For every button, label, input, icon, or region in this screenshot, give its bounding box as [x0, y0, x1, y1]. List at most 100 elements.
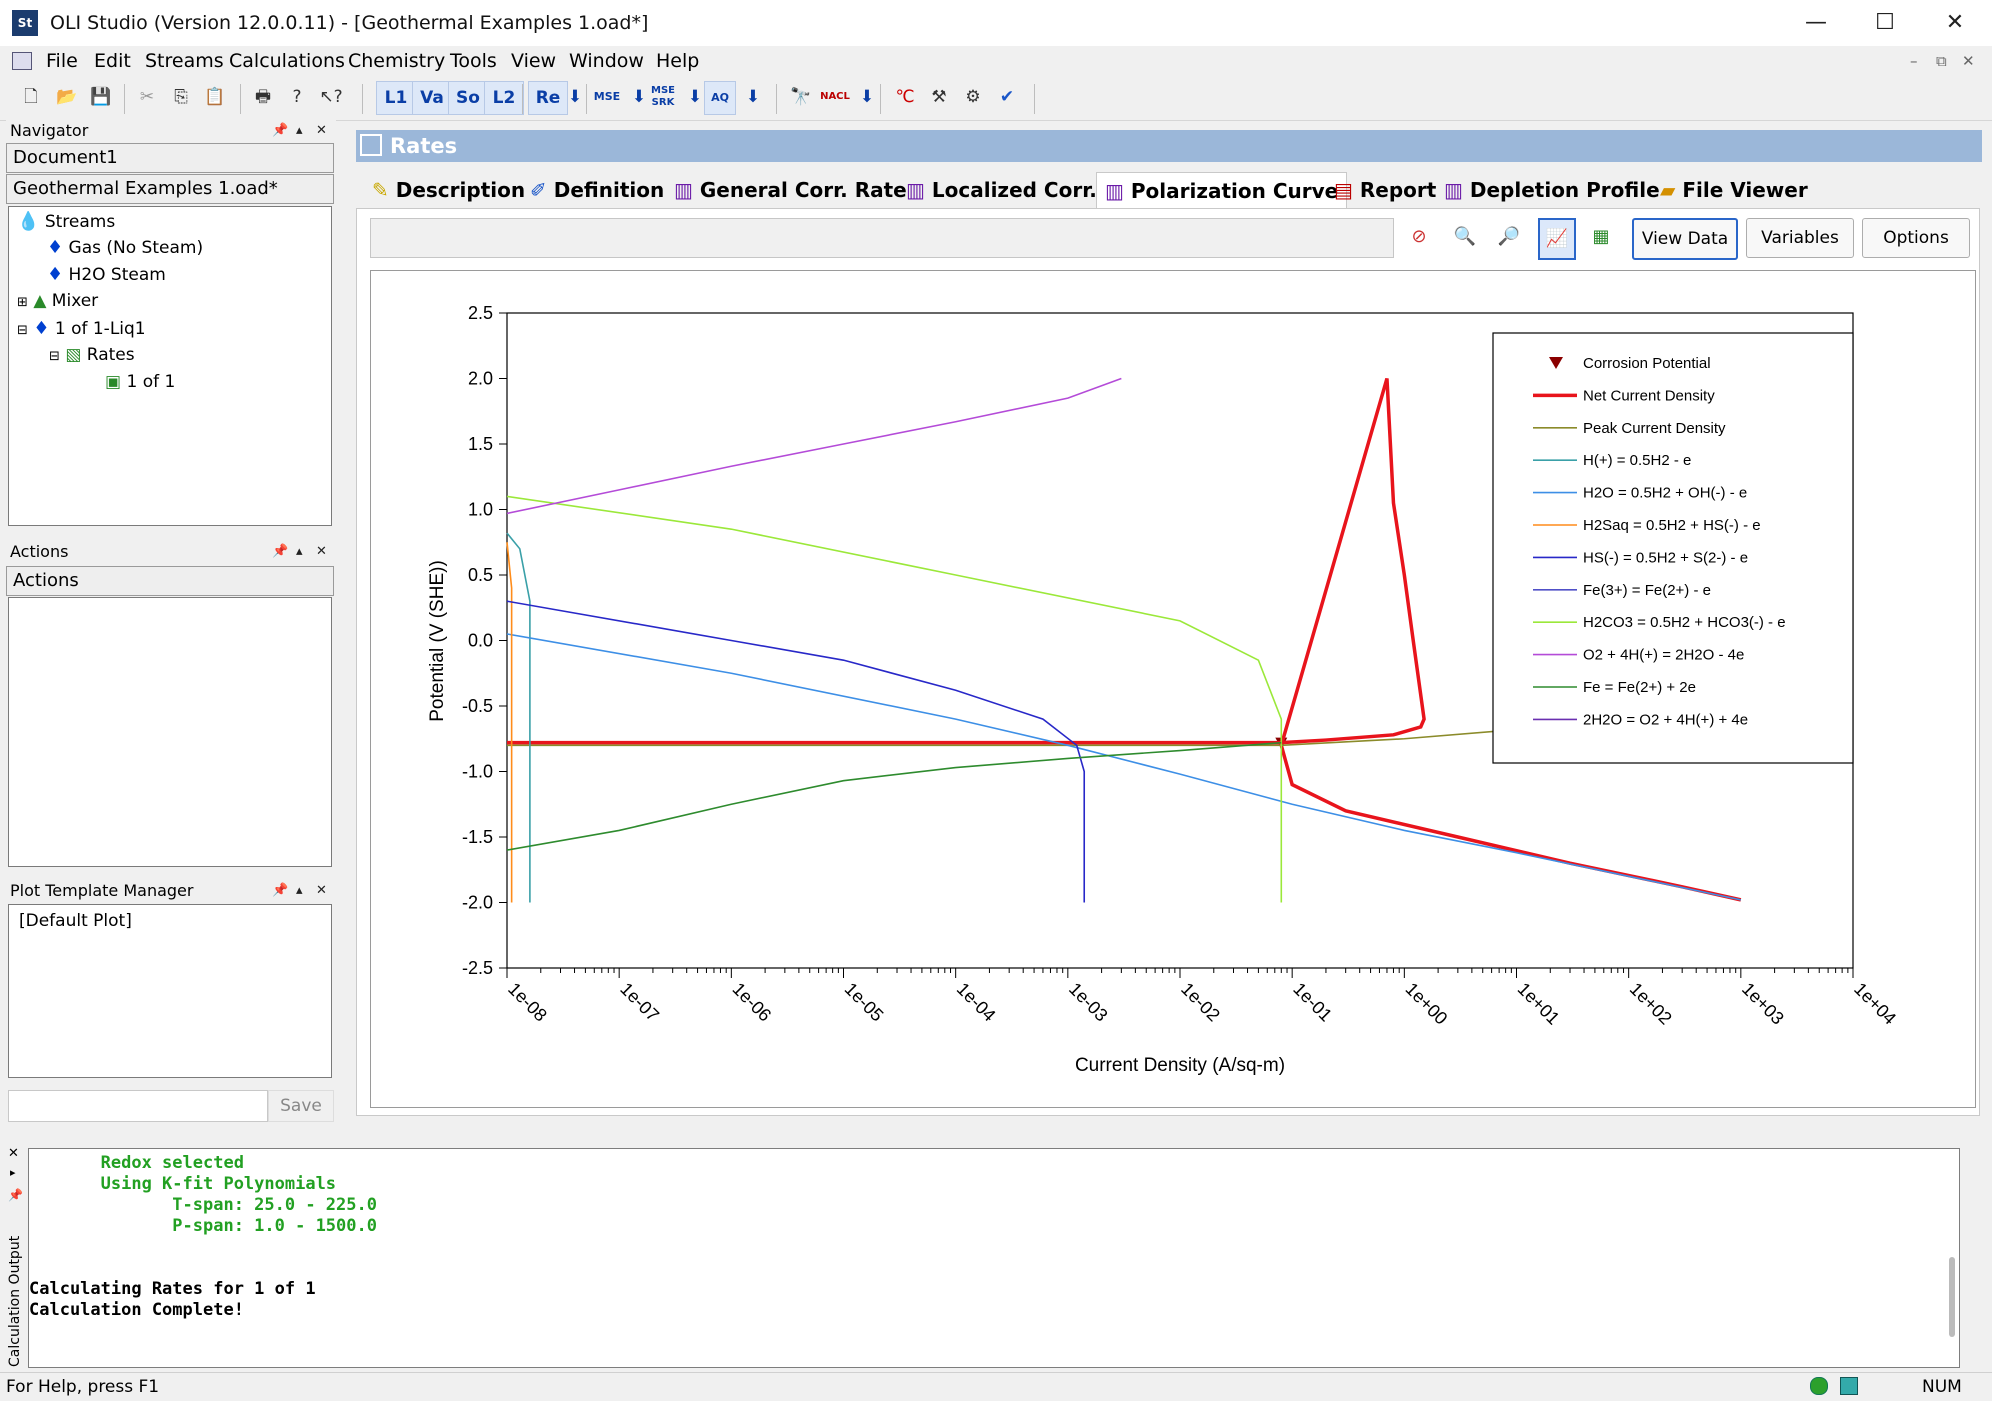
so-button[interactable]: So	[448, 81, 488, 115]
menu-chemistry[interactable]: Chemistry	[348, 50, 445, 72]
menu-view[interactable]: View	[511, 50, 556, 72]
color-map-icon[interactable]: ▦	[1584, 218, 1618, 256]
menu-file[interactable]: File	[46, 50, 78, 72]
close-icon[interactable]: ✕	[316, 880, 327, 902]
mse-srk-button[interactable]: MSE SRK	[648, 81, 678, 117]
actions-header: Actions	[6, 566, 334, 596]
units-icon[interactable]: ℃	[890, 81, 920, 113]
copy-icon[interactable]: ⎘	[166, 81, 196, 113]
pin-icon[interactable]: 📌	[272, 541, 288, 563]
expand-icon[interactable]: ⊞	[17, 295, 28, 310]
tab-definition[interactable]: ✐ Definition	[522, 172, 672, 208]
output-line: Calculating Rates for 1 of 1	[29, 1279, 316, 1299]
context-help-icon[interactable]: ↖?	[316, 81, 346, 113]
result-icon: ▣	[105, 372, 122, 392]
arrow-icon[interactable]: ▸	[10, 1166, 16, 1179]
save-icon[interactable]: 💾	[86, 81, 116, 113]
nacl-button[interactable]: NACL	[820, 81, 850, 113]
collapse-tree-icon[interactable]: ⊟	[17, 323, 28, 338]
cut-icon[interactable]: ✂	[132, 81, 162, 113]
options-button[interactable]: Options	[1862, 218, 1970, 258]
binoculars-icon[interactable]: 🔭	[786, 81, 816, 113]
close-icon[interactable]: ✕	[316, 120, 327, 142]
document-menu-icon[interactable]	[12, 52, 32, 70]
menu-window[interactable]: Window	[569, 50, 644, 72]
definition-icon: ✐	[530, 178, 547, 202]
tab-depletion-profile[interactable]: ▥ Depletion Profile	[1436, 172, 1668, 208]
mdi-close-icon[interactable]: ✕	[1962, 52, 1975, 70]
collapse-icon[interactable]: ▴	[296, 880, 303, 902]
menu-edit[interactable]: Edit	[94, 50, 131, 72]
mdi-restore-icon[interactable]: ⧉	[1936, 52, 1947, 70]
pin-icon[interactable]: 📌	[272, 880, 288, 902]
no-zoom-icon[interactable]: ⊘	[1402, 218, 1436, 256]
legend-label: Peak Current Density	[1583, 420, 1726, 437]
menu-streams[interactable]: Streams	[145, 50, 224, 72]
menu-help[interactable]: Help	[656, 50, 699, 72]
output-line: Using K-fit Polynomials	[29, 1174, 337, 1194]
view-data-button[interactable]: View Data	[1632, 218, 1738, 260]
legend-label: H2CO3 = 0.5H2 + HCO3(-) - e	[1583, 614, 1786, 631]
check-icon[interactable]: ✔	[992, 81, 1022, 113]
close-icon[interactable]: ✕	[8, 1146, 19, 1161]
tools-icon[interactable]: ⚒	[924, 81, 954, 113]
document-tab-document1[interactable]: Document1	[6, 143, 334, 173]
tree-label: 1 of 1	[126, 372, 176, 392]
menu-tools[interactable]: Tools	[450, 50, 497, 72]
tree-item-streams[interactable]: 💧 Streams	[17, 211, 115, 232]
scrollbar-thumb[interactable]	[1949, 1257, 1955, 1337]
series-line	[506, 600, 1086, 903]
pin-icon[interactable]: 📌	[8, 1188, 23, 1202]
y-tick-label: -2.5	[462, 958, 493, 978]
tree-item-h2o-steam[interactable]: ♦ H2O Steam	[47, 264, 166, 285]
pin-icon[interactable]: 📌	[272, 120, 288, 142]
l2-button[interactable]: L2	[484, 81, 524, 115]
tab-polarization-curve[interactable]: ▥ Polarization Curve	[1096, 172, 1348, 209]
tab-report[interactable]: ▤ Report	[1326, 172, 1444, 208]
aq-button[interactable]: AQ	[704, 81, 736, 115]
save-template-button[interactable]: Save	[268, 1090, 334, 1122]
tab-general-corr-rate[interactable]: ▥ General Corr. Rate	[666, 172, 915, 208]
rates-header-label: Rates	[390, 134, 458, 158]
tree-item-1-of-1[interactable]: ▣ 1 of 1	[105, 372, 175, 392]
mse-button[interactable]: MSE	[592, 81, 622, 113]
settings-icon[interactable]: ⚙	[958, 81, 988, 113]
variables-button[interactable]: Variables	[1746, 218, 1854, 258]
maximize-icon[interactable]: ☐	[1855, 4, 1915, 42]
aq-dropdown-icon[interactable]: ⬇	[738, 81, 768, 113]
tree-item-liq1[interactable]: ⊟ ♦ 1 of 1-Liq1	[17, 318, 146, 339]
close-icon[interactable]: ✕	[316, 541, 327, 563]
zoom-out-icon[interactable]: 🔍	[1448, 218, 1482, 256]
drop-icon: ♦	[47, 264, 64, 285]
legend-label: Net Current Density	[1583, 387, 1715, 404]
zoom-in-icon[interactable]: 🔎	[1492, 218, 1526, 256]
plot-view-icon[interactable]: 📈	[1538, 218, 1576, 260]
tab-file-viewer[interactable]: ▰ File Viewer	[1652, 172, 1816, 208]
minimize-icon[interactable]: —	[1786, 4, 1846, 42]
plot-template-item[interactable]: [Default Plot]	[9, 905, 331, 937]
tab-description[interactable]: ✎ Description	[364, 172, 533, 208]
rates-icon: ▧	[65, 345, 82, 365]
report-icon: ▤	[1334, 178, 1353, 202]
new-file-icon[interactable]: 🗋	[16, 81, 46, 113]
tab-localized-corr[interactable]: ▥ Localized Corr.	[898, 172, 1105, 208]
tree-item-rates[interactable]: ⊟ ▧ Rates	[49, 345, 135, 365]
collapse-icon[interactable]: ▴	[296, 120, 303, 142]
close-icon[interactable]: ✕	[1925, 4, 1985, 42]
tree-item-gas[interactable]: ♦ Gas (No Steam)	[47, 237, 203, 258]
print-icon[interactable]: 🖶	[248, 81, 278, 113]
menu-calculations[interactable]: Calculations	[229, 50, 345, 72]
tree-item-mixer[interactable]: ⊞ ▲ Mixer	[17, 291, 98, 311]
l1-button[interactable]: L1	[376, 81, 416, 115]
paste-icon[interactable]: 📋	[200, 81, 230, 113]
open-folder-icon[interactable]: 📂	[52, 81, 82, 113]
document-tab-geothermal[interactable]: Geothermal Examples 1.oad*	[6, 174, 334, 204]
help-icon[interactable]: ?	[282, 81, 312, 113]
collapse-icon[interactable]: ▴	[296, 541, 303, 563]
template-name-input[interactable]	[8, 1090, 268, 1122]
va-button[interactable]: Va	[412, 81, 452, 115]
collapse-tree-icon[interactable]: ⊟	[49, 349, 60, 364]
nacl-dropdown-icon[interactable]: ⬇	[852, 81, 882, 113]
database-icon	[1840, 1377, 1858, 1395]
mdi-minimize-icon[interactable]: –	[1910, 52, 1918, 70]
